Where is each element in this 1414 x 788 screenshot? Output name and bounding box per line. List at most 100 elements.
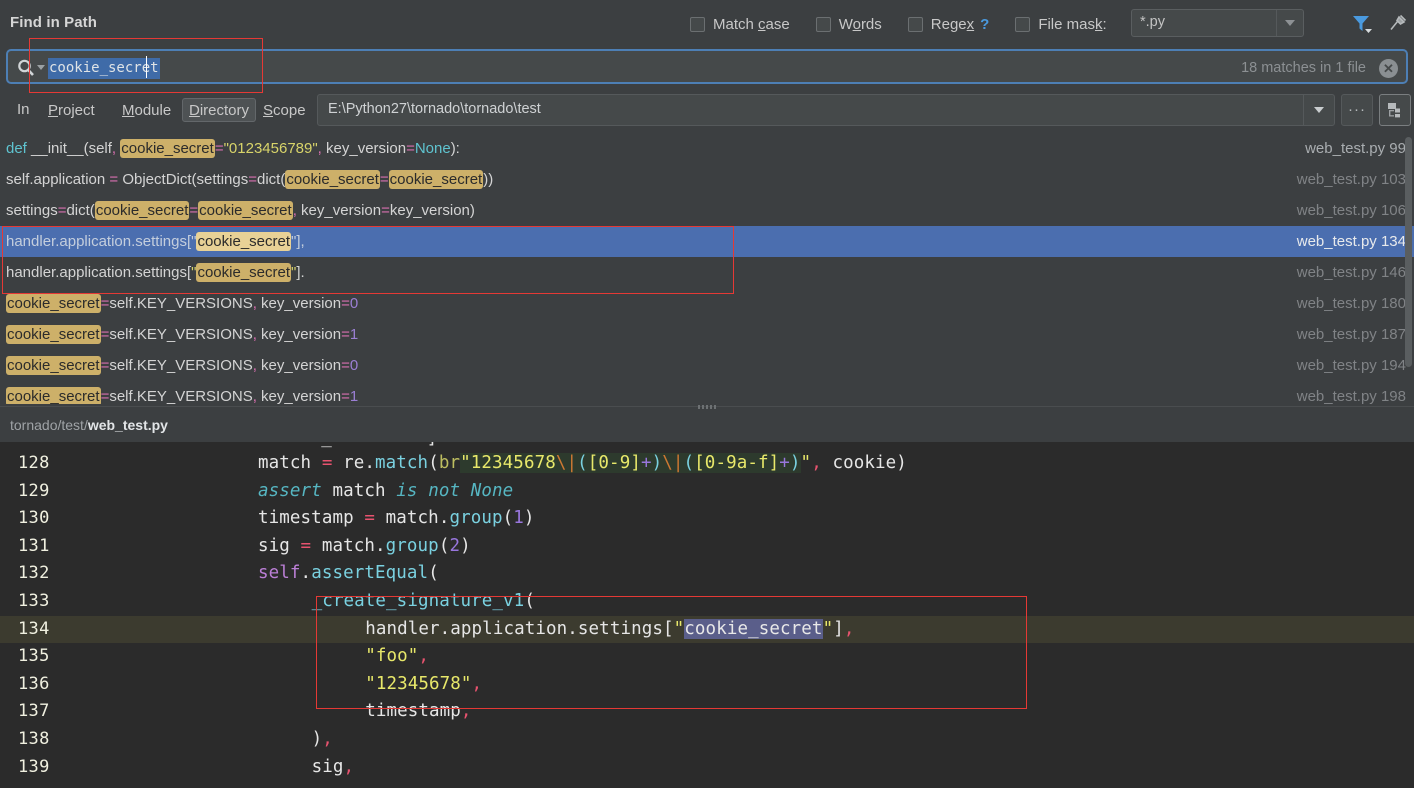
search-icon [16,58,36,78]
code-token: = [364,508,375,528]
browse-path-button[interactable]: ··· [1341,94,1373,126]
breadcrumb[interactable]: tornado/test/web_test.py [10,417,168,433]
match-count-label: 18 matches in 1 file [1241,60,1366,76]
regex-help-icon[interactable]: ? [980,16,989,33]
code-token: " [823,619,834,639]
editor-line[interactable]: 135"foo", [0,643,1414,671]
editor-line[interactable]: 129assert match is not None [0,478,1414,506]
result-row[interactable]: cookie_secret=self.KEY_VERSIONS, key_ver… [0,350,1414,381]
ellipsis-icon: ··· [1348,107,1366,113]
match-highlight: cookie_secret [198,201,293,220]
editor-line[interactable]: 137timestamp, [0,698,1414,726]
line-number: 131 [18,536,50,556]
code-token: key_version [257,295,341,312]
file-mask-dropdown-button[interactable] [1276,10,1303,36]
pin-icon[interactable] [1388,13,1408,33]
code-token: ( [428,563,439,583]
line-code: sig = match.group(2) [258,536,471,556]
code-token: "], [291,233,305,250]
result-row[interactable]: def __init__(self, cookie_secret="012345… [0,133,1414,164]
code-token: key_version [257,388,341,405]
editor-line[interactable]: 130timestamp = match.group(1) [0,505,1414,533]
code-token: ) [790,453,801,473]
path-dropdown-button[interactable] [1303,95,1334,125]
code-token: handler.application.settings[ [365,619,673,639]
words-checkbox[interactable] [816,17,831,32]
code-token: ) [524,508,535,528]
result-row[interactable]: cookie_secret=self.KEY_VERSIONS, key_ver… [0,288,1414,319]
code-token: ) [460,536,471,556]
result-row[interactable]: cookie_secret=self.KEY_VERSIONS, key_ver… [0,319,1414,350]
option-file-mask[interactable]: File mask: [1015,12,1106,36]
code-token: handler.application.settings[ [6,264,191,281]
regex-checkbox[interactable] [908,17,923,32]
file-mask-combobox[interactable]: *.py [1131,9,1304,37]
close-icon[interactable]: ✕ [1379,59,1398,78]
pane-splitter[interactable] [0,404,1414,412]
code-token: self.application [6,171,109,188]
splitter-grip[interactable] [698,404,724,409]
code-token: = [101,295,110,312]
option-match-case[interactable]: Match case [690,12,790,36]
editor-line[interactable]: 134handler.application.settings["cookie_… [0,616,1414,644]
line-number: 136 [18,674,50,694]
scope-module[interactable]: Module [116,98,177,122]
preview-breadcrumb-bar: tornado/test/web_test.py [0,412,1414,442]
directory-path-combobox[interactable]: E:\Python27\tornado\tornado\test [317,94,1335,126]
search-input-value: cookie_secret [48,58,160,79]
code-preview-pane[interactable]: _ ] 128match = re.match(br"12345678\|([0… [0,442,1414,788]
code-token: , [844,619,855,639]
result-row-file: web_test.py 180 [1297,292,1406,315]
code-token: = [215,140,224,157]
code-token: is not None [396,481,513,501]
code-token: ( [428,453,439,473]
match-highlight: cookie_secret [196,263,291,282]
result-row[interactable]: handler.application.settings["cookie_sec… [0,226,1414,257]
code-token: , [322,729,333,749]
line-number: 128 [18,453,50,473]
code-token: sig [258,536,301,556]
code-token: match [375,453,428,473]
code-token: timestamp [258,508,364,528]
code-token: re. [332,453,375,473]
editor-line[interactable]: 132self.assertEqual( [0,560,1414,588]
code-token: 0 [350,295,358,312]
editor-line[interactable]: 138), [0,726,1414,754]
result-row[interactable]: handler.application.settings["cookie_sec… [0,257,1414,288]
search-input[interactable]: cookie_secret 18 matches in 1 file ✕ [6,49,1408,84]
result-row[interactable]: self.application = ObjectDict(settings=d… [0,164,1414,195]
top-toolbar: Find in Path Match case Words Regex ? Fi… [0,0,1414,46]
regex-label: Regex [931,16,974,33]
match-case-checkbox[interactable] [690,17,705,32]
code-token: " [801,453,812,473]
scope-project[interactable]: Project [42,98,101,122]
code-token: = [381,202,390,219]
scope-scope[interactable]: Scope [257,98,312,122]
code-token: ( [503,508,514,528]
match-highlight: cookie_secret [120,139,215,158]
scope-directory[interactable]: Directory [182,98,256,122]
code-token: = [322,453,333,473]
search-results-list[interactable]: def __init__(self, cookie_secret="012345… [0,133,1414,413]
find-in-path-window: Find in Path Match case Words Regex ? Fi… [0,0,1414,788]
line-number: 129 [18,481,50,501]
editor-line[interactable]: 133_create_signature_v1( [0,588,1414,616]
option-regex[interactable]: Regex ? [908,12,990,36]
editor-line[interactable]: 139sig, [0,754,1414,782]
editor-line[interactable]: 131 sig = match.group(2) [0,533,1414,561]
search-history-chevron-icon[interactable] [37,65,45,70]
chevron-down-icon [1314,107,1324,113]
module-tree-button[interactable] [1379,94,1411,126]
code-token: = [380,171,389,188]
results-scrollbar[interactable] [1405,137,1412,367]
editor-line[interactable]: 136"12345678", [0,671,1414,699]
code-token: "12345678" [365,674,471,694]
filter-icon[interactable] [1352,14,1374,34]
option-words[interactable]: Words [816,12,882,36]
code-token: , [811,453,822,473]
result-row[interactable]: settings=dict(cookie_secret=cookie_secre… [0,195,1414,226]
editor-line[interactable]: 128match = re.match(br"12345678\|([0-9]+… [0,450,1414,478]
code-token: ] [833,619,844,639]
code-token: "0123456789" [224,140,318,157]
file-mask-checkbox[interactable] [1015,17,1030,32]
